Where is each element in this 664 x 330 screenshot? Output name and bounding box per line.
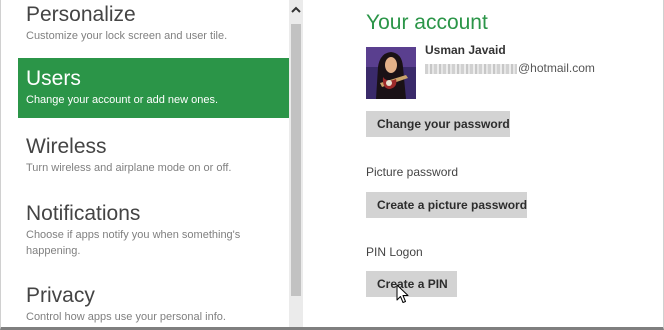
nav-item-personalize[interactable]: Personalize Customize your lock screen a… <box>18 0 289 44</box>
page-title: Your account <box>366 11 488 34</box>
user-email: @hotmail.com <box>425 61 595 75</box>
user-email-domain: @hotmail.com <box>518 61 595 75</box>
nav-item-title: Wireless <box>26 135 107 158</box>
create-picture-password-button[interactable]: Create a picture password <box>366 192 527 218</box>
nav-item-description: Change your account or add new ones. <box>26 94 219 106</box>
nav-item-description: Choose if apps notify you when something… <box>26 229 241 257</box>
nav-item-description: Customize your lock screen and user tile… <box>26 30 228 42</box>
scrollbar-thumb[interactable] <box>291 24 301 296</box>
user-avatar <box>366 47 416 99</box>
settings-nav-panel: Personalize Customize your lock screen a… <box>0 0 289 330</box>
nav-scrollbar[interactable] <box>289 0 303 330</box>
user-name: Usman Javaid <box>425 43 506 57</box>
mouse-cursor-icon <box>396 284 410 304</box>
nav-item-users[interactable]: Users Change your account or add new one… <box>18 58 289 118</box>
email-redaction <box>425 63 517 74</box>
create-pin-button[interactable]: Create a PIN <box>366 271 457 297</box>
nav-item-wireless[interactable]: Wireless Turn wireless and airplane mode… <box>18 130 289 176</box>
picture-password-label: Picture password <box>366 165 459 179</box>
nav-item-description: Turn wireless and airplane mode on or of… <box>26 162 232 174</box>
nav-item-description: Control how apps use your personal info. <box>26 311 226 323</box>
nav-item-title: Users <box>26 67 81 90</box>
nav-item-title: Notifications <box>26 202 141 225</box>
nav-item-title: Personalize <box>26 3 136 26</box>
nav-item-privacy[interactable]: Privacy Control how apps use your person… <box>18 280 289 325</box>
nav-item-notifications[interactable]: Notifications Choose if apps notify you … <box>18 198 289 259</box>
nav-item-title: Privacy <box>26 284 95 307</box>
chevron-up-icon[interactable] <box>289 0 303 18</box>
account-panel: Your account Usman Javaid @hotmail.com C… <box>303 0 664 330</box>
pin-logon-label: PIN Logon <box>366 245 423 259</box>
change-password-button[interactable]: Change your password <box>366 111 510 137</box>
